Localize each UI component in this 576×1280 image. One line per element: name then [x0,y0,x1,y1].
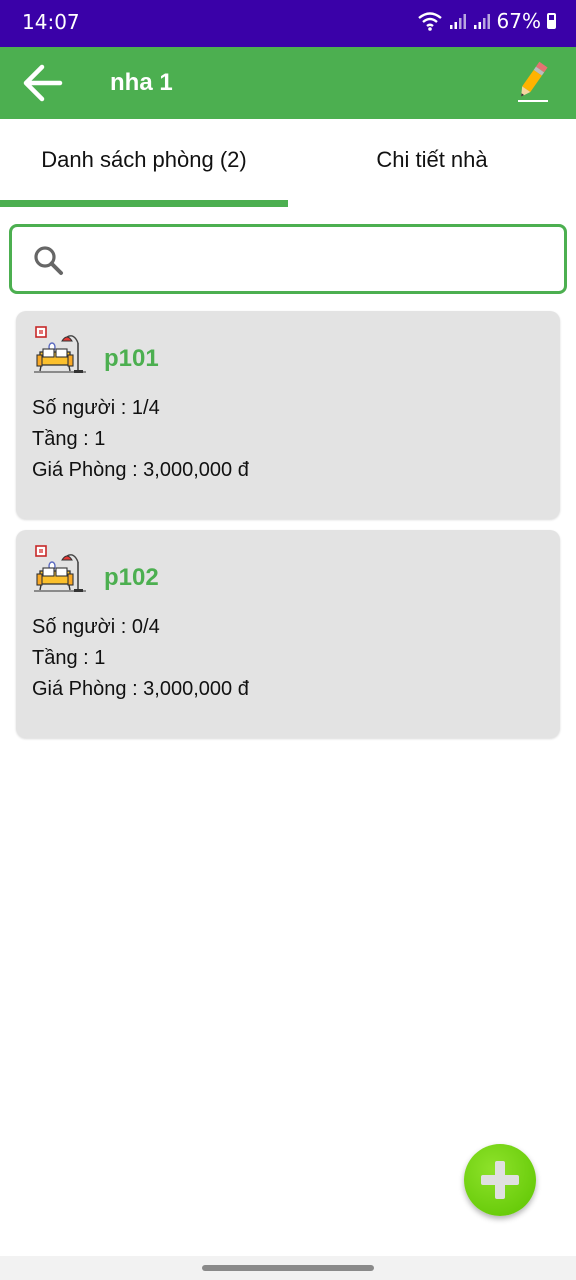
room-card[interactable]: p101 Số người : 1/4 Tầng : 1 Giá Phòng :… [16,311,560,519]
status-bar: 14:07 67% [0,0,576,47]
pencil-icon [518,61,548,102]
search-icon [34,246,63,275]
room-name: p102 [104,564,159,591]
back-button[interactable] [20,61,66,105]
status-icons: 67% [417,9,556,33]
battery-percent: 67% [496,9,541,33]
plus-icon [481,1161,519,1199]
room-floor: Tầng : 1 [32,647,106,669]
search-box[interactable] [9,224,567,294]
signal-icon [473,14,490,29]
search-input[interactable] [76,241,546,277]
room-occupancy: Số người : 0/4 [32,616,160,638]
tab-room-list[interactable]: Danh sách phòng (2) [0,119,288,201]
tab-indicator [0,200,288,207]
room-card[interactable]: p102 Số người : 0/4 Tầng : 1 Giá Phòng :… [16,530,560,738]
system-nav-bar [0,1256,576,1280]
battery-icon [547,13,556,29]
room-name: p101 [104,345,159,372]
app-bar: nha 1 [0,47,576,119]
arrow-left-icon [23,64,63,102]
room-floor: Tầng : 1 [32,428,106,450]
status-time: 14:07 [22,10,80,34]
edit-button[interactable] [512,59,552,107]
room-occupancy: Số người : 1/4 [32,397,160,419]
home-gesture-handle[interactable] [202,1265,374,1271]
signal-icon [449,14,466,29]
room-price: Giá Phòng : 3,000,000 đ [32,459,249,481]
living-room-icon [34,545,86,592]
add-room-button[interactable] [464,1144,536,1216]
page-title: nha 1 [110,69,173,96]
tab-house-details[interactable]: Chi tiết nhà [288,119,576,201]
wifi-icon [417,12,442,31]
tab-bar: Danh sách phòng (2) Chi tiết nhà [0,119,576,207]
tab-house-details-label: Chi tiết nhà [376,147,488,172]
tab-room-list-label: Danh sách phòng (2) [41,147,247,172]
living-room-icon [34,326,86,373]
room-price: Giá Phòng : 3,000,000 đ [32,678,249,700]
